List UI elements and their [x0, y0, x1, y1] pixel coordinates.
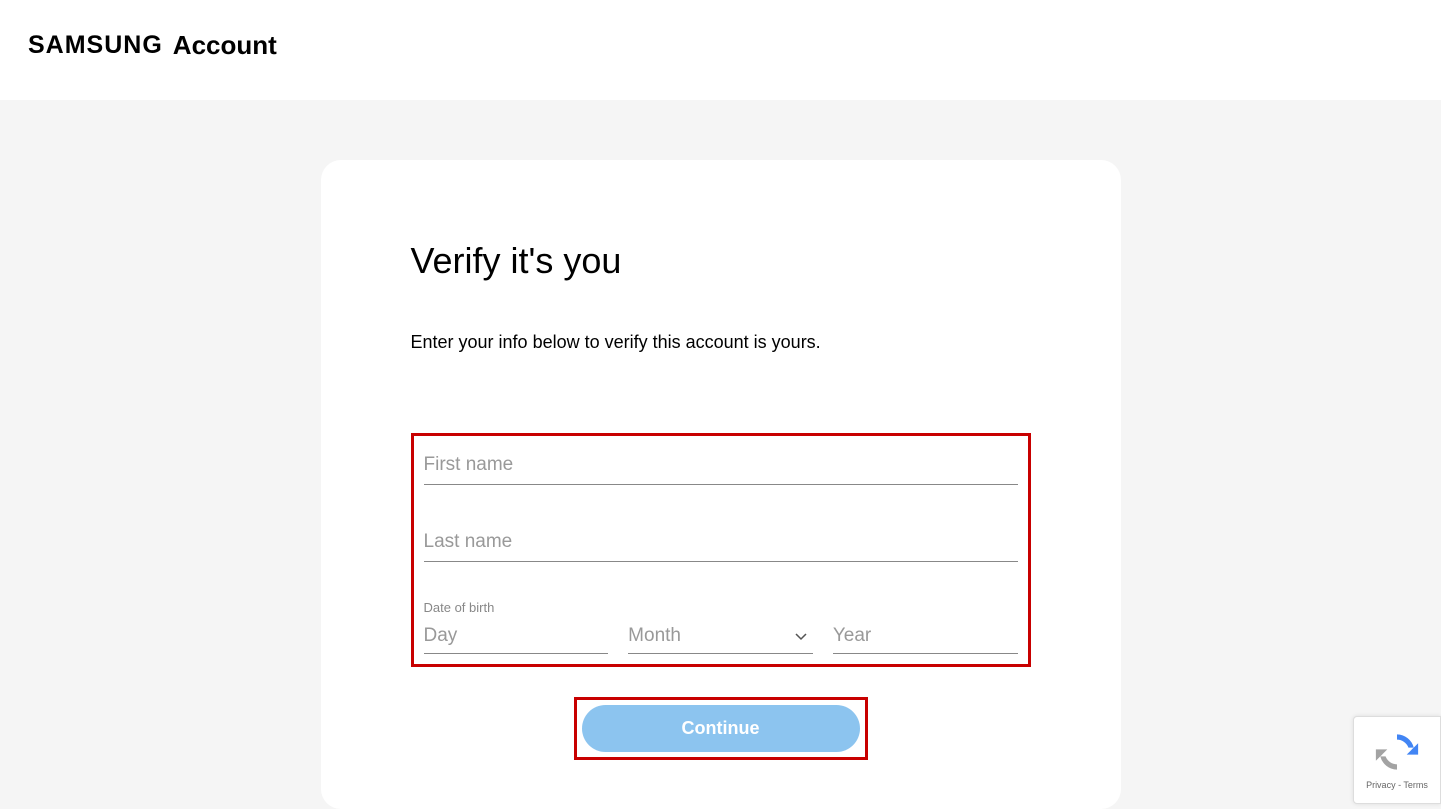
recaptcha-terms-link[interactable]: Terms — [1403, 780, 1428, 790]
first-name-field[interactable] — [424, 446, 1018, 485]
dob-day-field[interactable] — [424, 619, 609, 654]
button-highlight-box: Continue — [574, 697, 868, 760]
recaptcha-links: Privacy - Terms — [1366, 780, 1428, 790]
instruction-text: Enter your info below to verify this acc… — [411, 332, 1031, 353]
form-highlight-box: Date of birth — [411, 433, 1031, 667]
dob-year-field[interactable] — [833, 619, 1018, 654]
page-title: Verify it's you — [411, 240, 1031, 282]
brand: SAMSUNG Account — [28, 30, 1413, 61]
brand-samsung: SAMSUNG — [28, 31, 163, 60]
recaptcha-privacy-link[interactable]: Privacy — [1366, 780, 1396, 790]
continue-button[interactable]: Continue — [582, 705, 860, 752]
recaptcha-icon — [1375, 730, 1419, 774]
brand-account: Account — [173, 30, 277, 61]
last-name-field[interactable] — [424, 523, 1018, 562]
dob-label: Date of birth — [424, 600, 1018, 615]
main-area: Verify it's you Enter your info below to… — [0, 100, 1441, 809]
recaptcha-badge[interactable]: Privacy - Terms — [1353, 716, 1441, 804]
card: Verify it's you Enter your info below to… — [321, 160, 1121, 809]
header: SAMSUNG Account — [0, 0, 1441, 100]
dob-month-field[interactable] — [628, 619, 813, 654]
